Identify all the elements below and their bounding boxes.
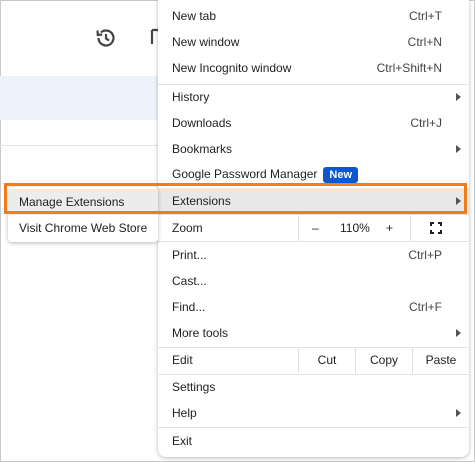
shortcut-label: Ctrl+N: [407, 35, 442, 49]
menu-label: More tools: [172, 326, 229, 340]
shortcut-label: Ctrl+F: [409, 300, 442, 314]
shortcut-label: Ctrl+T: [409, 9, 442, 23]
menu-item-zoom: Zoom – 110% +: [158, 215, 469, 241]
zoom-divider: [410, 215, 411, 241]
menu-label: Google Password Manager New: [172, 167, 359, 183]
menu-label: New tab: [172, 9, 217, 23]
menu-item-extensions[interactable]: Extensions: [158, 188, 469, 214]
menu-label: History: [172, 90, 210, 104]
fullscreen-icon[interactable]: [430, 222, 442, 234]
menu-item-print[interactable]: Print... Ctrl+P: [158, 242, 469, 268]
paste-label: Paste: [425, 353, 457, 367]
shortcut-label: Ctrl+P: [408, 248, 442, 262]
menu-item-password-manager[interactable]: Google Password Manager New: [158, 162, 469, 188]
menu-label: Find...: [172, 300, 206, 314]
menu-label: New Incognito window: [172, 61, 292, 75]
menu-label: Extensions: [172, 194, 231, 208]
menu-item-settings[interactable]: Settings: [158, 374, 469, 400]
menu-label: Zoom: [172, 221, 203, 235]
menu-item-downloads[interactable]: Downloads Ctrl+J: [158, 110, 469, 136]
copy-button[interactable]: Copy: [355, 347, 412, 373]
background-selected-row: [0, 76, 160, 120]
submenu-arrow-icon: [456, 93, 461, 101]
menu-item-edit: Edit Cut Copy Paste: [158, 347, 469, 373]
history-icon[interactable]: [94, 26, 118, 50]
copy-label: Copy: [369, 353, 398, 367]
submenu-arrow-icon: [456, 329, 461, 337]
menu-item-bookmarks[interactable]: Bookmarks: [158, 136, 469, 162]
menu-item-cast[interactable]: Cast...: [158, 268, 469, 294]
visit-chrome-web-store-item[interactable]: Visit Chrome Web Store: [8, 215, 158, 241]
submenu-arrow-icon: [456, 145, 461, 153]
menu-label: Downloads: [172, 116, 232, 130]
zoom-out-button[interactable]: –: [312, 221, 319, 235]
new-badge: New: [323, 167, 359, 183]
menu-label: Settings: [172, 380, 216, 394]
chrome-main-menu: New tab Ctrl+T New window Ctrl+N New Inc…: [158, 0, 469, 457]
cut-label: Cut: [317, 353, 337, 367]
menu-label: Exit: [172, 434, 193, 448]
menu-item-history[interactable]: History: [158, 84, 469, 110]
menu-item-new-window[interactable]: New window Ctrl+N: [158, 29, 469, 55]
password-manager-label: Google Password Manager: [172, 167, 318, 182]
menu-label: Edit: [172, 353, 193, 367]
cut-button[interactable]: Cut: [298, 347, 355, 373]
zoom-controls: – 110% +: [298, 215, 469, 241]
menu-label: Bookmarks: [172, 142, 233, 156]
menu-label: New window: [172, 35, 240, 49]
shortcut-label: Ctrl+J: [410, 116, 442, 130]
submenu-arrow-icon: [456, 409, 461, 417]
submenu-arrow-icon: [456, 197, 461, 205]
zoom-level: 110%: [340, 221, 370, 235]
menu-label: Cast...: [172, 274, 207, 288]
menu-item-exit[interactable]: Exit: [158, 428, 469, 454]
extensions-submenu: Manage Extensions Visit Chrome Web Store: [8, 187, 158, 242]
background-divider: [0, 145, 160, 146]
manage-extensions-item[interactable]: Manage Extensions: [8, 189, 158, 215]
submenu-label: Manage Extensions: [19, 195, 125, 209]
zoom-in-button[interactable]: +: [386, 221, 393, 235]
menu-label: Help: [172, 406, 197, 420]
zoom-divider: [298, 215, 299, 241]
menu-item-new-incognito-window[interactable]: New Incognito window Ctrl+Shift+N: [158, 55, 469, 81]
menu-item-find[interactable]: Find... Ctrl+F: [158, 294, 469, 320]
menu-item-help[interactable]: Help: [158, 400, 469, 426]
shortcut-label: Ctrl+Shift+N: [376, 61, 442, 75]
menu-item-more-tools[interactable]: More tools: [158, 320, 469, 346]
menu-label: Print...: [172, 248, 207, 262]
submenu-label: Visit Chrome Web Store: [19, 221, 148, 235]
paste-button[interactable]: Paste: [412, 347, 469, 373]
menu-item-new-tab[interactable]: New tab Ctrl+T: [158, 3, 469, 29]
edit-controls: Cut Copy Paste: [298, 347, 469, 373]
